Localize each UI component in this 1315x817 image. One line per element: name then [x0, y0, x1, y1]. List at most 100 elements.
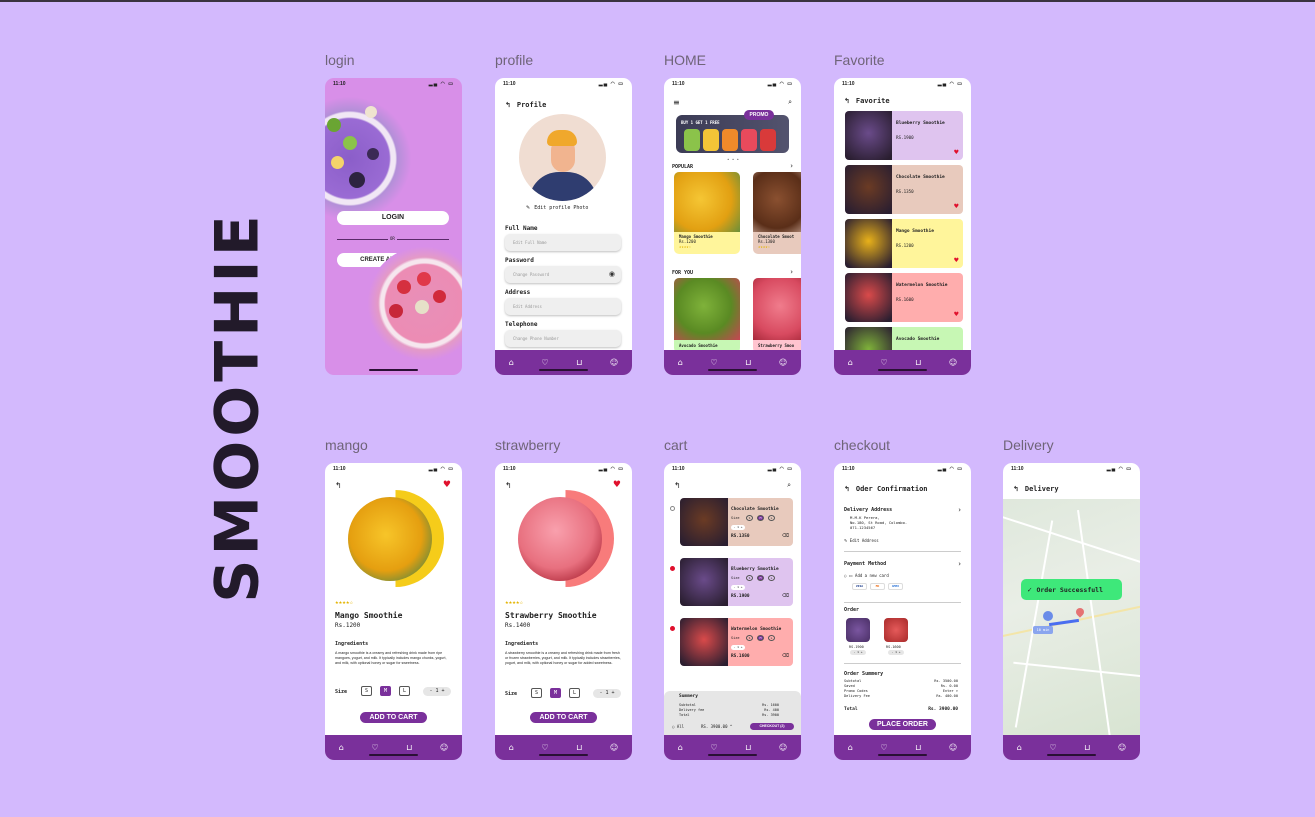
card-brand-mc[interactable]: MC — [870, 583, 885, 590]
size-option-m[interactable]: M — [757, 515, 764, 521]
favorite-card[interactable]: Chocolate Smoothie RS.1350 ♥ — [845, 165, 963, 214]
size-option-s[interactable]: S — [746, 635, 753, 641]
home-icon[interactable]: ⌂ — [339, 743, 344, 752]
trash-icon[interactable]: ⌫ — [782, 653, 789, 659]
trash-icon[interactable]: ⌫ — [782, 533, 789, 539]
heart-icon[interactable]: ♡ — [371, 743, 378, 752]
favorite-heart-icon[interactable]: ♥ — [443, 480, 451, 490]
cart-icon[interactable]: ⊔ — [576, 743, 582, 752]
size-option-l[interactable]: L — [569, 688, 580, 698]
size-option-l[interactable]: L — [768, 515, 775, 521]
password-field[interactable]: Change Password ◉ — [505, 266, 621, 283]
cart-item[interactable]: Blueberry Smoothie Size S M L - 1 + RS.1900 ⌫ — [680, 558, 793, 606]
home-icon[interactable]: ⌂ — [509, 743, 514, 752]
select-all[interactable]: ○ All — [672, 724, 684, 729]
home-icon[interactable]: ⌂ — [848, 358, 853, 367]
favorite-heart-icon[interactable]: ♥ — [954, 149, 959, 156]
user-icon[interactable]: ☺ — [610, 743, 618, 752]
edit-address-link[interactable]: ✎ Edit Address — [844, 538, 879, 543]
user-icon[interactable]: ☺ — [949, 743, 957, 752]
size-option-s[interactable]: S — [361, 686, 372, 696]
favorite-heart-icon[interactable]: ♥ — [954, 203, 959, 210]
quantity-stepper[interactable]: - 1 + — [731, 585, 745, 590]
user-icon[interactable]: ☺ — [610, 358, 618, 367]
telephone-field[interactable]: Change Phone Number — [505, 330, 621, 347]
size-option-l[interactable]: L — [768, 575, 775, 581]
cart-icon[interactable]: ⊔ — [745, 743, 751, 752]
map[interactable] — [1003, 499, 1140, 735]
add-to-cart-button[interactable]: ADD TO CART — [530, 712, 597, 723]
card-brand-amex[interactable]: AMEX — [888, 583, 903, 590]
foryou-card-strawberry[interactable]: Strawberry Smoo — [753, 278, 801, 353]
trash-icon[interactable]: ⌫ — [782, 593, 789, 599]
heart-icon[interactable]: ♡ — [1049, 743, 1056, 752]
heart-icon[interactable]: ♡ — [880, 358, 887, 367]
user-icon[interactable]: ☺ — [779, 743, 787, 752]
chevron-right-icon[interactable]: › — [790, 268, 793, 276]
cart-icon[interactable]: ⊔ — [915, 358, 921, 367]
heart-icon[interactable]: ♡ — [710, 358, 717, 367]
size-option-s[interactable]: S — [531, 688, 542, 698]
address-field[interactable]: Edit Address — [505, 298, 621, 315]
home-icon[interactable]: ⌂ — [678, 358, 683, 367]
quantity-stepper[interactable]: - 1 + — [888, 650, 904, 655]
quantity-stepper[interactable]: - 1 + — [423, 687, 451, 696]
login-button[interactable]: LOGIN — [337, 211, 449, 225]
chevron-right-icon[interactable]: › — [958, 560, 961, 568]
quantity-stepper[interactable]: - 1 + — [731, 525, 745, 530]
foryou-card-avocado[interactable]: Avocado Smoothie — [674, 278, 740, 353]
size-option-m[interactable]: M — [757, 635, 764, 641]
user-icon[interactable]: ☺ — [949, 358, 957, 367]
full-name-field[interactable]: Edit Full Name — [505, 234, 621, 251]
add-card-option[interactable]: ○ ▭ Add a new card — [844, 573, 889, 578]
favorite-heart-icon[interactable]: ♥ — [954, 311, 959, 318]
favorite-card[interactable]: Blueberry Smoothie RS.1900 ♥ — [845, 111, 963, 160]
item-select-radio[interactable] — [670, 506, 675, 511]
item-select-radio[interactable] — [670, 626, 675, 631]
checkout-button[interactable]: CHECKOUT (2) — [750, 723, 794, 730]
cart-item[interactable]: Chocolate Smoothie Size S M L - 1 + RS.1350 ⌫ — [680, 498, 793, 546]
size-option-m[interactable]: M — [757, 575, 764, 581]
back-arrow-icon[interactable]: ↰ — [844, 97, 850, 105]
back-arrow-icon[interactable]: ↰ — [505, 101, 511, 109]
back-arrow-icon[interactable]: ↰ — [505, 481, 512, 490]
cart-icon[interactable]: ⊔ — [1084, 743, 1090, 752]
item-select-radio[interactable] — [670, 566, 675, 571]
place-order-button[interactable]: PLACE ORDER — [869, 719, 936, 730]
eye-off-icon[interactable]: ◉ — [609, 270, 615, 278]
menu-icon[interactable]: ≡ — [673, 98, 680, 107]
user-icon[interactable]: ☺ — [1118, 743, 1126, 752]
favorite-card[interactable]: Watermelon Smoothie RS.1600 ♥ — [845, 273, 963, 322]
size-option-s[interactable]: S — [746, 515, 753, 521]
heart-icon[interactable]: ♡ — [541, 743, 548, 752]
home-icon[interactable]: ⌂ — [678, 743, 683, 752]
quantity-stepper[interactable]: - 1 + — [850, 650, 866, 655]
home-icon[interactable]: ⌂ — [848, 743, 853, 752]
quantity-stepper[interactable]: - 1 + — [593, 689, 621, 698]
cart-icon[interactable]: ⊔ — [406, 743, 412, 752]
cart-icon[interactable]: ⊔ — [745, 358, 751, 367]
heart-icon[interactable]: ♡ — [541, 358, 548, 367]
add-to-cart-button[interactable]: ADD TO CART — [360, 712, 427, 723]
edit-photo-link[interactable]: ✎ Edit profile Photo — [526, 205, 588, 211]
search-icon[interactable]: ⌕ — [787, 481, 791, 490]
card-brand-visa[interactable]: VISA — [852, 583, 867, 590]
heart-icon[interactable]: ♡ — [880, 743, 887, 752]
favorite-heart-icon[interactable]: ♥ — [613, 480, 621, 490]
home-icon[interactable]: ⌂ — [1017, 743, 1022, 752]
popular-card-mango[interactable]: Mango Smoothie Rs.1200 ★★★★☆ — [674, 172, 740, 254]
size-option-m[interactable]: M — [380, 686, 391, 696]
popular-card-chocolate[interactable]: Chocolate Smoot Rs.1300 ★★★★☆ — [753, 172, 801, 254]
chevron-right-icon[interactable]: › — [958, 506, 961, 514]
back-arrow-icon[interactable]: ↰ — [335, 481, 342, 490]
favorite-heart-icon[interactable]: ♥ — [954, 257, 959, 264]
back-arrow-icon[interactable]: ↰ — [1013, 485, 1019, 493]
back-arrow-icon[interactable]: ↰ — [674, 481, 681, 490]
quantity-stepper[interactable]: - 1 + — [731, 645, 745, 650]
size-option-s[interactable]: S — [746, 575, 753, 581]
user-icon[interactable]: ☺ — [440, 743, 448, 752]
chevron-right-icon[interactable]: › — [790, 162, 793, 170]
user-icon[interactable]: ☺ — [779, 358, 787, 367]
size-option-l[interactable]: L — [768, 635, 775, 641]
favorite-card[interactable]: Mango Smoothie RS.1200 ♥ — [845, 219, 963, 268]
